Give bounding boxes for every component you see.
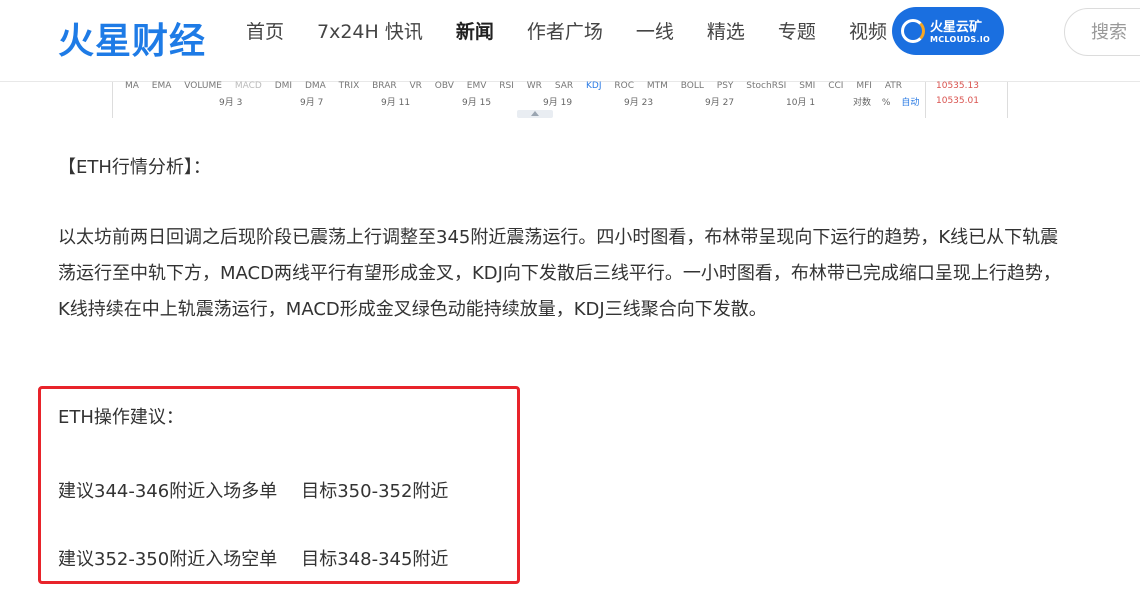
price-label: 10535.01: [936, 96, 979, 106]
advice-entry: 建议352-350附近入场空单: [58, 549, 278, 570]
indicator-tab[interactable]: BOLL: [681, 81, 704, 91]
site-header: 火星财经 首页 7x24H 快讯 新闻 作者广场 一线 精选 专题 视频 火星云…: [0, 0, 1140, 82]
advice-highlight-box: ETH操作建议： 建议344-346附近入场多单 目标350-352附近 建议35…: [38, 386, 520, 584]
date-axis: 9月 3 9月 7 9月 11 9月 15 9月 19 9月 23 9月 27 …: [113, 95, 923, 108]
date-tick: 9月 15: [462, 98, 492, 108]
date-tick: 9月 7: [300, 98, 324, 108]
advice-short: 建议352-350附近入场空单 目标348-345附近: [58, 545, 448, 571]
advice-target: 目标350-352附近: [301, 481, 449, 502]
chart-strip: MA EMA VOLUME MACD DMI DMA TRIX BRAR VR …: [112, 81, 1008, 118]
nav-item-authors[interactable]: 作者广场: [527, 21, 603, 43]
nav-item-news[interactable]: 新闻: [456, 21, 494, 43]
indicator-tab[interactable]: MTM: [647, 81, 668, 91]
indicator-tab[interactable]: CCI: [828, 81, 843, 91]
date-tick: 9月 23: [624, 98, 654, 108]
date-tick: 9月 11: [381, 98, 411, 108]
advice-title: ETH操作建议：: [58, 407, 184, 428]
indicator-tab[interactable]: TRIX: [339, 81, 360, 91]
log-scale-toggle[interactable]: 对数: [853, 98, 871, 108]
date-tick: 9月 19: [543, 98, 573, 108]
nav-item-topics[interactable]: 专题: [778, 21, 816, 43]
indicator-tab[interactable]: PSY: [717, 81, 734, 91]
indicator-tab[interactable]: DMA: [305, 81, 326, 91]
nav-item-featured[interactable]: 精选: [707, 21, 745, 43]
search-input[interactable]: [1064, 8, 1140, 56]
nav-item-video[interactable]: 视频: [849, 21, 887, 43]
indicator-tab[interactable]: MA: [125, 81, 139, 91]
section-title: 【ETH行情分析】：: [58, 157, 211, 178]
nav-item-frontline[interactable]: 一线: [636, 21, 674, 43]
mclouds-logo-icon: [901, 19, 925, 43]
indicator-tab[interactable]: VR: [409, 81, 421, 91]
nav-item-flash[interactable]: 7x24H 快讯: [317, 21, 423, 43]
indicator-tab[interactable]: DMI: [275, 81, 292, 91]
price-label: 10535.13: [936, 81, 979, 91]
indicator-tab[interactable]: ROC: [614, 81, 634, 91]
indicator-tab[interactable]: SMI: [799, 81, 815, 91]
date-tick: 10月 1: [786, 98, 816, 108]
indicator-tab[interactable]: MFI: [856, 81, 872, 91]
indicator-tab[interactable]: MACD: [235, 81, 262, 91]
axis-options: 对数 % 自动: [853, 95, 927, 108]
indicator-tab[interactable]: OBV: [435, 81, 454, 91]
indicator-tab[interactable]: EMA: [152, 81, 172, 91]
indicator-tab[interactable]: KDJ: [586, 81, 602, 91]
indicator-tab[interactable]: ATR: [885, 81, 902, 91]
indicator-tab[interactable]: BRAR: [372, 81, 396, 91]
mclouds-button[interactable]: 火星云矿 MCLOUDS.IO: [892, 7, 1004, 55]
percent-toggle[interactable]: %: [882, 98, 891, 108]
indicator-tabs: MA EMA VOLUME MACD DMI DMA TRIX BRAR VR …: [125, 81, 912, 91]
indicator-tab[interactable]: VOLUME: [184, 81, 222, 91]
indicator-tab[interactable]: WR: [527, 81, 542, 91]
advice-entry: 建议344-346附近入场多单: [58, 481, 278, 502]
main-nav: 首页 7x24H 快讯 新闻 作者广场 一线 精选 专题 视频: [246, 21, 920, 43]
price-axis: 10535.13 10535.01: [925, 81, 1007, 118]
site-logo[interactable]: 火星财经: [58, 12, 206, 64]
chart-expand-handle[interactable]: [517, 110, 553, 118]
mclouds-subtitle: MCLOUDS.IO: [930, 35, 991, 44]
analysis-paragraph: 以太坊前两日回调之后现阶段已震荡上行调整至345附近震荡运行。四小时图看，布林带…: [58, 227, 1061, 320]
indicator-tab[interactable]: RSI: [499, 81, 514, 91]
advice-target: 目标348-345附近: [301, 549, 449, 570]
date-tick: 9月 27: [705, 98, 735, 108]
nav-item-home[interactable]: 首页: [246, 21, 284, 43]
auto-scale-toggle[interactable]: 自动: [901, 98, 919, 108]
date-tick: 9月 3: [219, 98, 243, 108]
mclouds-name: 火星云矿: [930, 20, 983, 35]
advice-long: 建议344-346附近入场多单 目标350-352附近: [58, 477, 448, 503]
indicator-tab[interactable]: StochRSI: [746, 81, 786, 91]
indicator-tab[interactable]: SAR: [555, 81, 573, 91]
indicator-tab[interactable]: EMV: [467, 81, 487, 91]
